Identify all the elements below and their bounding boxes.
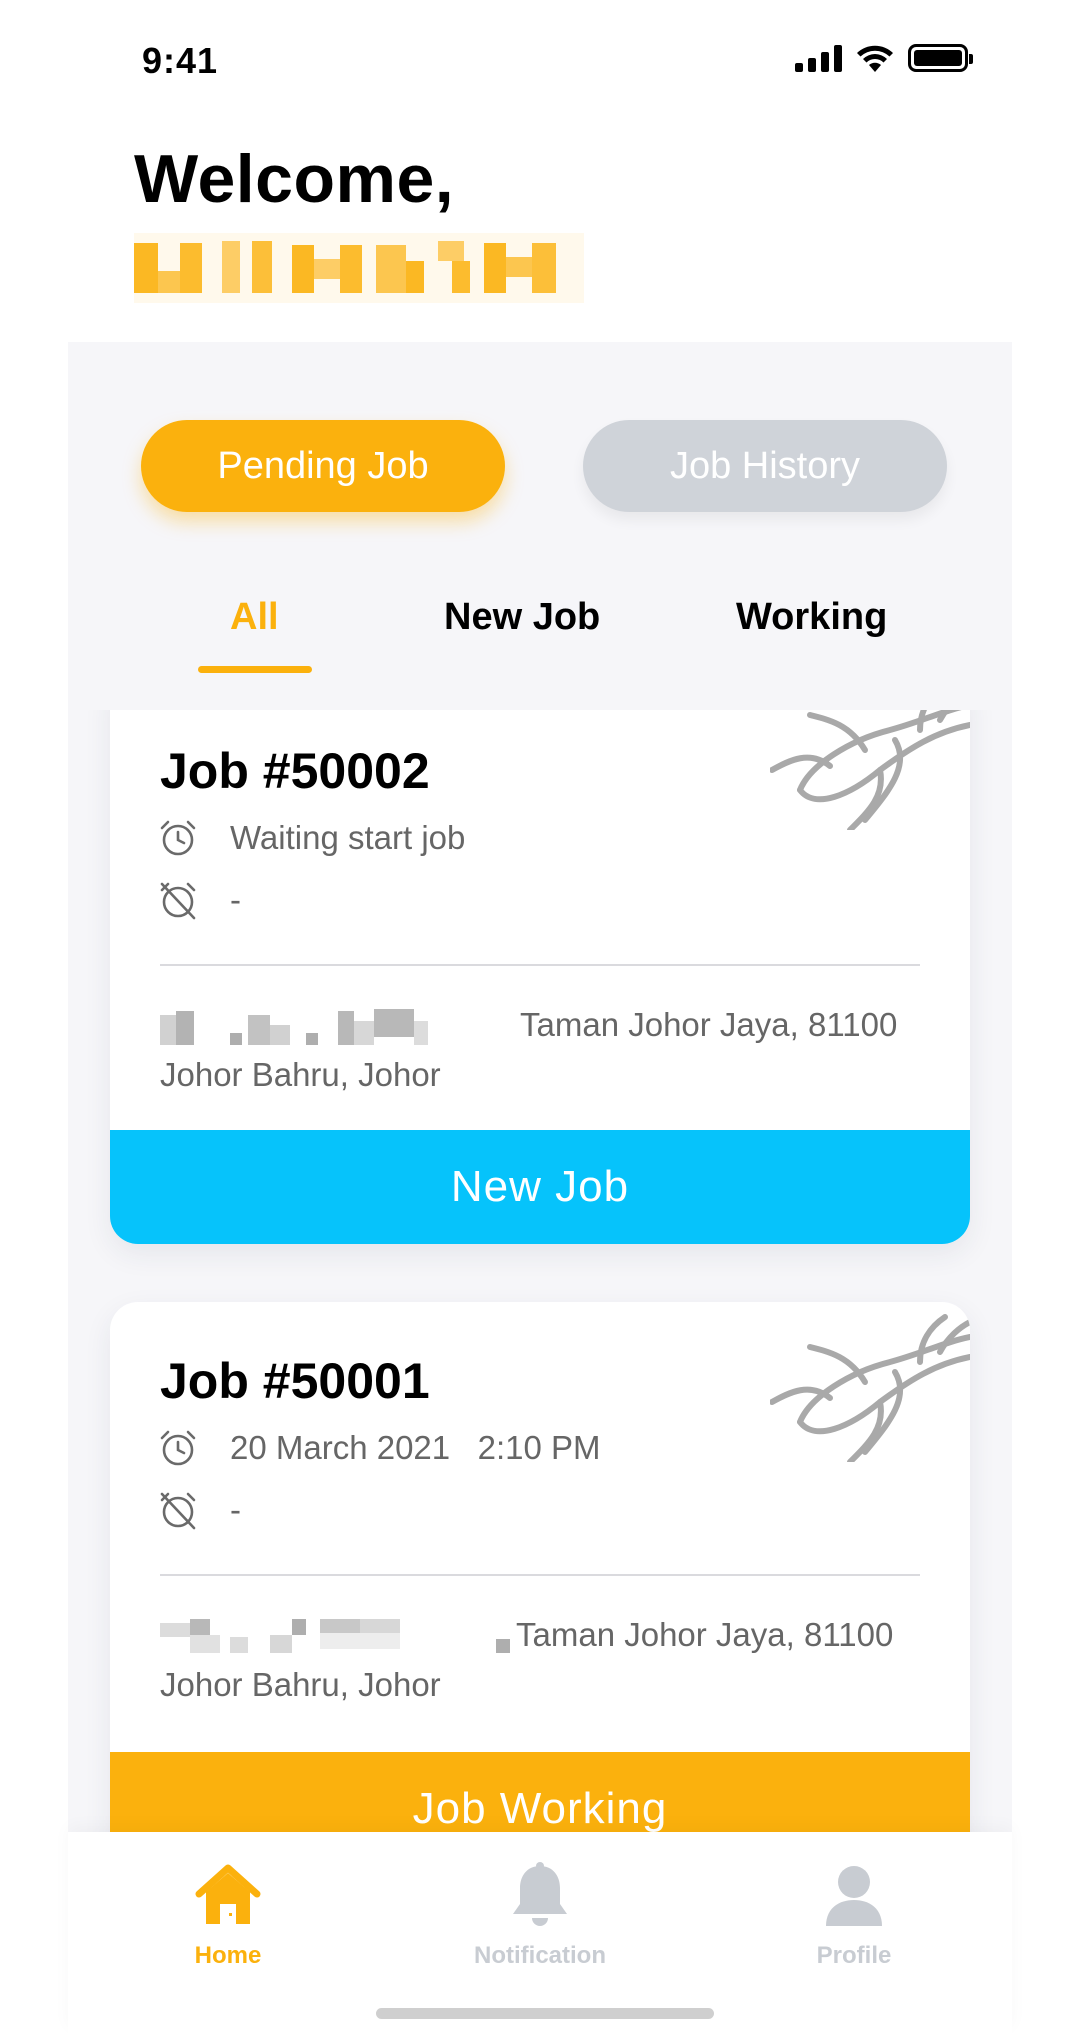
tab-active-indicator [198,666,312,673]
tab-all[interactable]: All [230,596,279,639]
job-end-text: - [230,1491,241,1528]
new-job-button[interactable]: New Job [110,1130,970,1244]
termite-icon [770,1314,970,1462]
nav-notification-label: Notification [474,1942,606,1969]
pixelated-name-image [134,233,584,303]
job-address: Taman Johor Jaya, 81100 Johor Bahru, Joh… [160,1000,920,1100]
wifi-icon [857,45,893,72]
job-working-button[interactable]: Job Working [110,1752,970,1832]
nav-profile-label: Profile [816,1942,892,1969]
job-start-text: Waiting start job [230,819,466,856]
nav-notification[interactable]: Notification [430,1860,650,1970]
bell-icon [513,1862,567,1926]
redacted-address-image [160,1007,520,1047]
battery-icon [908,44,973,72]
status-icons [795,40,973,76]
job-address-line2: Johor Bahru, Johor [160,1056,441,1093]
nav-home[interactable]: Home [118,1860,338,1970]
job-card[interactable]: Job #50001 20 March 2021 2:10 PM - Taman… [110,1302,970,1832]
welcome-heading: Welcome, [134,141,455,217]
nav-profile[interactable]: Profile [744,1860,964,1970]
alarm-clock-icon [160,1430,196,1466]
job-start-row: 20 March 2021 2:10 PM [158,1426,601,1470]
job-history-button[interactable]: Job History [583,420,947,512]
alarm-clock-icon [160,820,196,856]
status-bar: 9:41 [0,0,1080,110]
user-icon [826,1866,882,1926]
alarm-off-icon [160,882,196,920]
job-end-text: - [230,881,241,918]
job-address-line1: Taman Johor Jaya, 81100 [516,1616,894,1653]
job-title: Job #50001 [160,1353,430,1409]
tab-working[interactable]: Working [736,596,887,639]
cellular-signal-icon [795,44,842,72]
job-address-line1: Taman Johor Jaya, 81100 [520,1006,898,1043]
job-divider [160,964,920,966]
job-divider [160,1574,920,1576]
job-start-row: Waiting start job [158,816,465,860]
job-address-line2: Johor Bahru, Johor [160,1666,441,1703]
termite-icon [770,710,970,830]
home-icon [195,1864,261,1924]
redacted-address-image [160,1617,516,1657]
job-end-row: - [158,878,241,922]
job-end-row: - [158,1488,241,1532]
user-name-redacted [134,233,584,303]
tab-new-job[interactable]: New Job [444,596,600,639]
nav-home-label: Home [194,1942,262,1969]
status-time: 9:41 [142,40,219,81]
job-card[interactable]: Job #50002 Waiting start job - Taman Joh… [110,710,970,1244]
alarm-off-icon [160,1492,196,1530]
bottom-navigation: Home Notification Profile [68,1832,1012,2033]
job-title: Job #50002 [160,743,430,799]
job-address: Taman Johor Jaya, 81100 Johor Bahru, Joh… [160,1610,920,1710]
job-start-text: 20 March 2021 2:10 PM [230,1429,601,1466]
home-indicator [376,2008,714,2019]
job-list[interactable]: Job #50002 Waiting start job - Taman Joh… [68,710,1012,1832]
pending-job-button[interactable]: Pending Job [141,420,505,512]
